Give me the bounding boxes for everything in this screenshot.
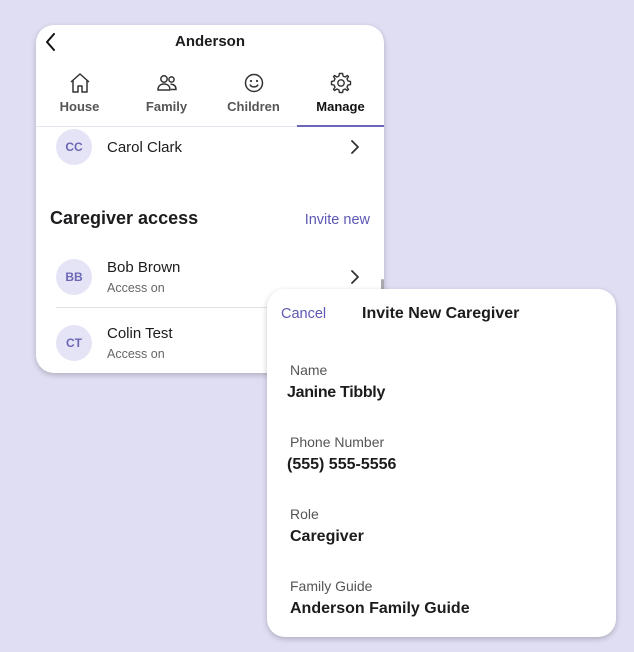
avatar: BB [56,259,92,295]
field-value: Caregiver [290,528,364,545]
chevron-right-icon [351,140,359,154]
smiley-icon [244,73,263,93]
tab-label: House [59,99,100,114]
tab-label: Family [145,99,188,114]
house-icon [70,73,89,93]
name-field[interactable]: Name Janine Tibbly [267,362,616,402]
avatar: CT [56,325,92,361]
sheet-header: Cancel Invite New Caregiver [267,289,616,337]
sheet-title: Invite New Caregiver [362,305,520,322]
gear-icon [330,72,351,94]
field-value: Janine Tibbly [287,384,386,401]
chevron-right-icon [351,270,359,284]
phone-number-field[interactable]: Phone Number (555) 555-5556 [267,434,616,474]
access-status: Access on [107,347,165,361]
caregiver-section-header: Caregiver access Invite new [36,208,384,229]
avatar: CC [56,129,92,165]
invite-caregiver-sheet: Cancel Invite New Caregiver Name Janine … [267,289,616,637]
tab-label: Manage [316,99,365,114]
field-label: Phone Number [290,434,385,450]
tab-family[interactable]: Family [123,57,210,126]
list-item-carol-clark[interactable]: CC Carol Clark [36,128,384,166]
field-value: Anderson Family Guide [290,600,470,617]
tab-children[interactable]: Children [210,57,297,126]
field-label: Family Guide [290,578,373,594]
cancel-button[interactable]: Cancel [281,306,326,322]
family-guide-field[interactable]: Family Guide Anderson Family Guide [267,578,616,618]
role-field[interactable]: Role Caregiver [267,506,616,546]
caregiver-name: Bob Brown [107,259,181,276]
tab-house[interactable]: House [36,57,123,126]
tab-bar: House Family Children Manage [36,57,384,127]
row-text: Bob Brown Access on [107,259,180,295]
field-value: (555) 555-5556 [287,456,397,473]
field-label: Name [290,362,328,378]
caregiver-name: Colin Test [107,325,173,342]
row-text: Colin Test Access on [107,325,173,361]
tab-label: Children [227,99,280,114]
access-status: Access on [107,281,165,295]
family-icon [156,75,177,91]
tab-manage[interactable]: Manage [297,57,384,127]
field-label: Role [290,506,319,522]
page-title: Anderson [174,33,245,50]
section-title: Caregiver access [50,208,199,228]
invite-new-link[interactable]: Invite new [305,212,370,228]
row-text: Carol Clark [107,139,182,156]
header: Anderson [36,25,384,57]
member-name: Carol Clark [107,138,183,156]
